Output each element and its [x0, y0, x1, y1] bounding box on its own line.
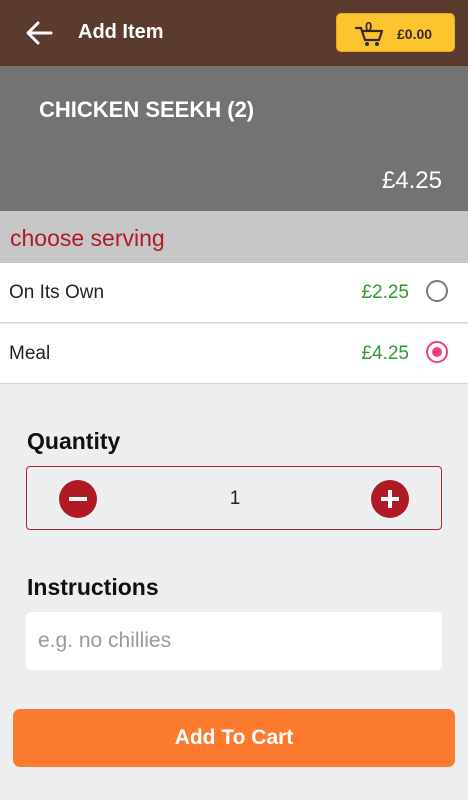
add-to-cart-label: Add To Cart: [174, 726, 294, 749]
serving-option-on-its-own[interactable]: On Its Own £2.25: [0, 263, 468, 323]
arrow-left-icon: [26, 21, 53, 45]
item-price: £4.25: [381, 167, 442, 194]
item-name: CHICKEN SEEKH (2): [39, 97, 255, 122]
serving-option-label: On Its Own: [9, 282, 105, 303]
serving-option-label: Meal: [9, 343, 51, 364]
serving-option-price: £4.25: [361, 343, 409, 364]
instructions-label: Instructions: [27, 574, 159, 600]
radio-button-unchecked[interactable]: [426, 280, 448, 302]
cart-button[interactable]: 0 £0.00: [336, 13, 455, 52]
quantity-stepper: 1: [26, 466, 442, 530]
cart-total: £0.00: [397, 26, 433, 42]
radio-selected-dot: [432, 347, 442, 357]
quantity-label: Quantity: [27, 428, 121, 454]
increase-quantity-button[interactable]: [371, 480, 409, 518]
back-button[interactable]: [22, 17, 56, 49]
serving-section-header: choose serving: [0, 211, 468, 263]
add-to-cart-button[interactable]: Add To Cart: [13, 709, 455, 767]
serving-option-price: £2.25: [361, 282, 409, 303]
cart-count-badge: 0: [365, 19, 373, 34]
item-header: CHICKEN SEEKH (2) £4.25: [0, 66, 468, 211]
radio-button-checked[interactable]: [426, 341, 448, 363]
top-app-bar: Add Item 0 £0.00: [0, 0, 468, 66]
serving-title: choose serving: [10, 225, 165, 251]
serving-option-meal[interactable]: Meal £4.25: [0, 324, 468, 384]
instructions-input[interactable]: [26, 612, 442, 670]
screen-title: Add Item: [78, 21, 164, 43]
